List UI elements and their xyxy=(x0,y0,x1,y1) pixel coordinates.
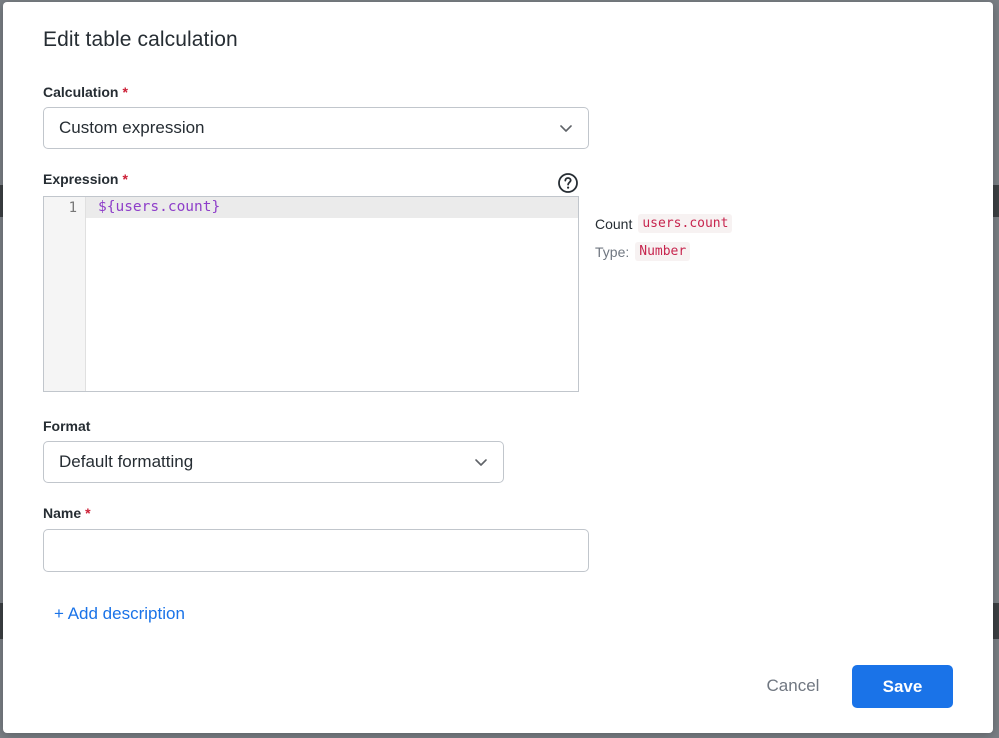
line-number: 1 xyxy=(68,200,77,216)
expression-editor[interactable]: 1 ${users.count} xyxy=(43,196,579,392)
expression-code: ${users.count} xyxy=(98,199,221,215)
name-input[interactable] xyxy=(43,529,589,572)
format-label-text: Format xyxy=(43,418,91,434)
expression-label: Expression * xyxy=(43,171,128,187)
name-label-text: Name xyxy=(43,505,82,521)
chevron-down-icon xyxy=(560,125,572,132)
field-info: Count users.count xyxy=(595,214,733,233)
expression-label-text: Expression xyxy=(43,171,119,187)
question-circle-icon[interactable] xyxy=(557,172,579,194)
field-info-chip: users.count xyxy=(638,214,733,233)
format-label: Format xyxy=(43,418,90,434)
required-mark: * xyxy=(85,505,91,521)
field-type-label: Type: xyxy=(595,243,630,260)
calculation-label-text: Calculation xyxy=(43,84,119,100)
save-button[interactable]: Save xyxy=(852,665,953,708)
calculation-label: Calculation * xyxy=(43,84,128,100)
field-info-name: Count xyxy=(595,215,633,232)
calculation-select[interactable]: Custom expression xyxy=(43,107,589,149)
field-type-info: Type: Number xyxy=(595,242,691,261)
dialog-title: Edit table calculation xyxy=(43,28,238,51)
field-type-chip: Number xyxy=(635,242,691,261)
required-mark: * xyxy=(122,171,128,187)
format-select[interactable]: Default formatting xyxy=(43,441,504,483)
add-description-link[interactable]: + Add description xyxy=(54,604,185,624)
edit-table-calculation-dialog: Edit table calculation Calculation * Cust… xyxy=(3,2,993,733)
format-select-value: Default formatting xyxy=(59,452,194,471)
required-mark: * xyxy=(122,84,128,100)
calculation-select-value: Custom expression xyxy=(59,118,205,137)
editor-gutter: 1 xyxy=(44,197,86,391)
cancel-button[interactable]: Cancel xyxy=(747,665,839,707)
chevron-down-icon xyxy=(475,459,487,466)
name-label: Name * xyxy=(43,505,91,521)
